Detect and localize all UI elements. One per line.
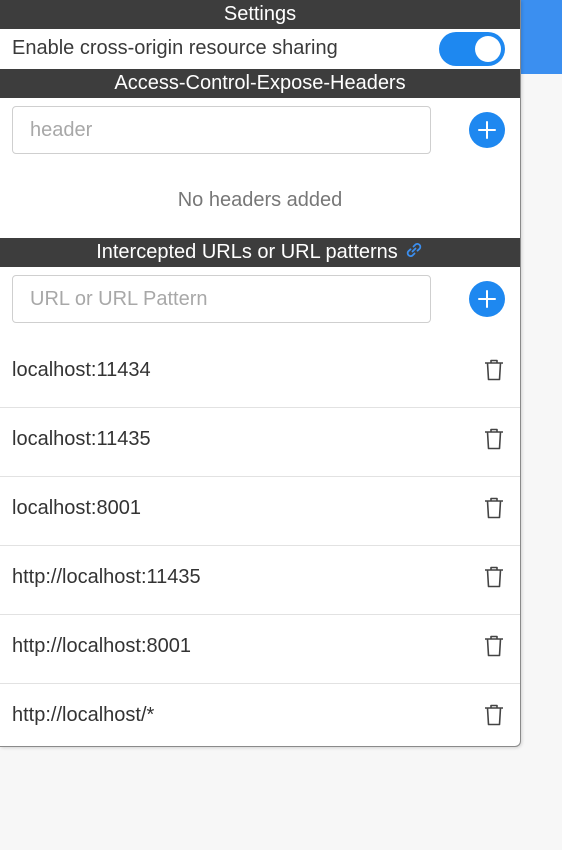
plus-icon (478, 121, 496, 139)
cors-toggle-label: Enable cross-origin resource sharing (12, 37, 338, 59)
trash-icon[interactable] (483, 358, 505, 382)
url-text: localhost:11434 (12, 359, 151, 381)
url-list-item: localhost:8001 (0, 477, 520, 546)
intercepted-url-list: localhost:11434 localhost:11435 localhos… (0, 339, 520, 746)
url-text: localhost:8001 (12, 497, 141, 519)
settings-header: Settings (0, 0, 520, 29)
url-list-item: http://localhost:8001 (0, 615, 520, 684)
url-pattern-input[interactable] (12, 275, 431, 323)
no-headers-message: No headers added (177, 189, 343, 211)
trash-icon[interactable] (483, 496, 505, 520)
cors-toggle-row: Enable cross-origin resource sharing (0, 29, 520, 69)
background-page-element (516, 0, 562, 74)
url-input-row (0, 267, 520, 333)
link-icon[interactable] (404, 240, 424, 269)
url-list-item: localhost:11435 (0, 408, 520, 477)
plus-icon (478, 290, 496, 308)
url-text: http://localhost:11435 (12, 566, 201, 588)
url-text: http://localhost/* (12, 704, 155, 726)
settings-title: Settings (223, 3, 297, 25)
url-list-item: http://localhost/* (0, 684, 520, 746)
settings-popup: Settings Enable cross-origin resource sh… (0, 0, 521, 747)
url-text: http://localhost:8001 (12, 635, 192, 657)
cors-toggle-switch[interactable] (439, 32, 505, 66)
header-input-row (0, 98, 520, 164)
url-list-item: http://localhost:11435 (0, 546, 520, 615)
trash-icon[interactable] (483, 565, 505, 589)
toggle-knob (475, 36, 501, 62)
intercepted-urls-title: Intercepted URLs or URL patterns (96, 241, 398, 263)
url-list-item: localhost:11434 (0, 339, 520, 408)
trash-icon[interactable] (483, 634, 505, 658)
header-input[interactable] (12, 106, 431, 154)
add-url-button[interactable] (469, 281, 505, 317)
add-header-button[interactable] (469, 112, 505, 148)
expose-headers-title: Access-Control-Expose-Headers (114, 72, 406, 94)
expose-headers-header: Access-Control-Expose-Headers (0, 69, 520, 98)
intercepted-urls-header: Intercepted URLs or URL patterns (0, 238, 520, 267)
trash-icon[interactable] (483, 703, 505, 727)
url-text: localhost:11435 (12, 428, 151, 450)
trash-icon[interactable] (483, 427, 505, 451)
